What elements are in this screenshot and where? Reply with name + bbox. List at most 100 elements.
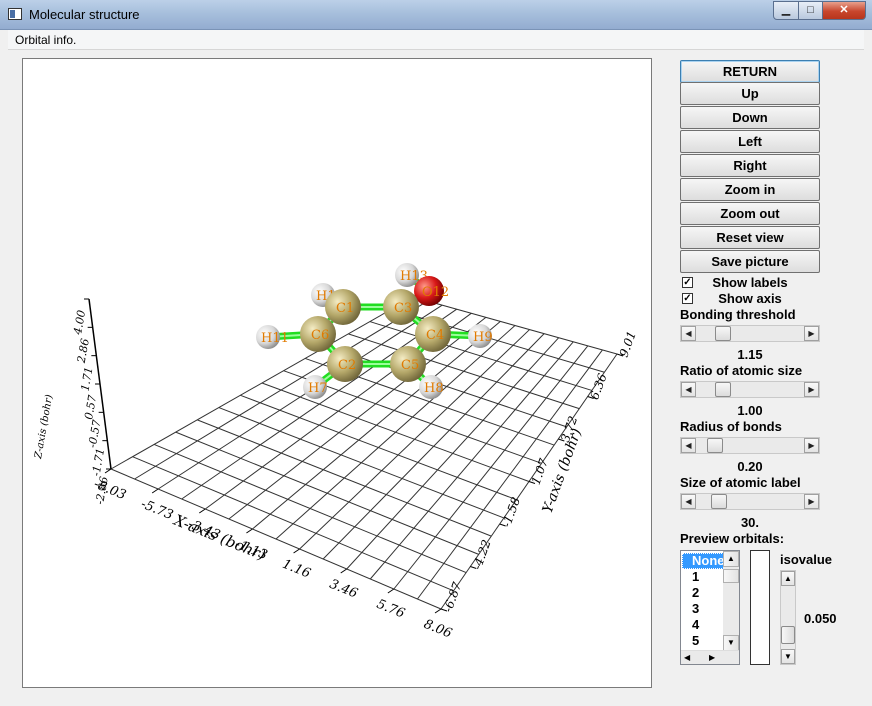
show-labels-row[interactable]: ✓ Show labels [680,275,820,290]
molecule-canvas[interactable]: -8.03 -5.73 -3.43 -1.13 1.16 3.46 5.76 8.06 X-ax… [22,58,652,688]
scroll-left-icon[interactable]: ◀ [681,438,696,453]
return-button[interactable]: RETURN [680,60,820,83]
show-axis-row[interactable]: ✓ Show axis [680,291,820,306]
save-picture-button[interactable]: Save picture [680,250,820,273]
atom-label: C6 [311,328,329,343]
scrollbar-thumb[interactable] [723,569,739,583]
x-tick [199,508,206,514]
atom-label: C4 [426,328,444,343]
grid-line [326,345,567,428]
reset-view-button[interactable]: Reset view [680,226,820,249]
z-tick-label: -0.57 [86,419,104,449]
y-tick-label: -1.58 [499,495,523,529]
atom-label: H9 [473,330,493,345]
x-tick [387,588,395,594]
scroll-down-icon[interactable]: ▼ [723,635,739,651]
x-tick [293,548,300,554]
scroll-right-icon[interactable]: ▶ [804,494,819,509]
slider-thumb[interactable] [707,438,723,453]
list-item[interactable]: 1 [682,569,724,585]
grid-line [348,333,580,410]
minimize-button[interactable]: ▁ [773,1,799,20]
scroll-right-icon[interactable]: ▶ [804,382,819,397]
x-tick-label: 8.06 [422,617,454,642]
x-tick-label: 3.46 [327,577,359,602]
z-tick-label: 2.86 [75,337,92,364]
slider-thumb[interactable] [715,326,731,341]
title-bar: Molecular structure ▁ □ ✕ [0,0,872,30]
slider-thumb[interactable] [715,382,731,397]
x-tick-label: -5.73 [139,497,176,523]
isovalue-value: 0.050 [804,611,837,626]
atom-label: C5 [401,358,419,373]
menu-orbital-info[interactable]: Orbital info. [15,33,76,47]
bonding-threshold-label: Bonding threshold [680,307,796,322]
isovalue-label: isovalue [780,552,833,567]
atom-label: H8 [424,381,444,396]
left-button[interactable]: Left [680,130,820,153]
label-size-value: 30. [740,515,760,530]
listbox-vertical-scrollbar[interactable]: ▲ ▼ [723,551,739,651]
bond-radius-slider[interactable]: ◀ ▶ [680,437,820,454]
atomic-size-value: 1.00 [737,403,763,418]
scroll-down-icon[interactable]: ▼ [781,649,795,664]
slider-thumb[interactable] [711,494,727,509]
zoom-in-button[interactable]: Zoom in [680,178,820,201]
down-button[interactable]: Down [680,106,820,129]
color-bar [750,550,770,665]
molecule-plot: -8.03-5.73-3.43-1.131.163.465.768.06X-ax… [33,263,639,642]
listbox-horizontal-scrollbar[interactable]: ◀ ▶ [681,650,739,664]
show-axis-label: Show axis [718,291,782,306]
z-tick-label: 1.71 [78,366,95,392]
atom-label: C3 [394,301,412,316]
y-tick-label: 9.01 [617,329,639,359]
scrollbar-thumb[interactable] [781,626,795,644]
scroll-right-icon[interactable]: ▶ [709,651,715,664]
x-tick [340,568,347,574]
window-icon [8,8,22,20]
orbital-listbox[interactable]: None 1 2 3 4 5 ▲ ▼ ◀ ▶ [680,550,740,665]
z-tick-label: 4.00 [71,309,88,336]
x-tick [246,528,253,534]
window-title: Molecular structure [29,7,140,22]
scroll-left-icon[interactable]: ◀ [681,382,696,397]
menu-bar: Orbital info. [8,30,864,50]
atomic-size-label: Ratio of atomic size [680,363,803,378]
atom-label: C2 [338,358,356,373]
isovalue-scrollbar[interactable]: ▲ ▼ [780,570,796,665]
y-tick-label: -6.87 [441,580,465,614]
atom-label: H7 [308,381,328,396]
maximize-button[interactable]: □ [798,1,823,20]
list-item[interactable]: 4 [682,617,724,633]
bonding-threshold-slider[interactable]: ◀ ▶ [680,325,820,342]
y-tick-label: 1.07 [529,456,551,486]
list-item[interactable]: 3 [682,601,724,617]
x-tick [104,468,112,474]
z-tick-label: -1.71 [89,447,107,477]
close-button[interactable]: ✕ [822,1,866,20]
atom-label: H11 [261,331,289,346]
z-tick-label: 0.57 [82,394,99,420]
scroll-left-icon[interactable]: ◀ [684,651,690,664]
scroll-up-icon[interactable]: ▲ [723,551,739,567]
scroll-left-icon[interactable]: ◀ [681,326,696,341]
list-item[interactable]: 2 [682,585,724,601]
up-button[interactable]: Up [680,82,820,105]
y-tick-label: -4.22 [470,538,494,572]
bonding-threshold-value: 1.15 [737,347,763,362]
scroll-right-icon[interactable]: ▶ [804,438,819,453]
scroll-up-icon[interactable]: ▲ [781,571,795,586]
zoom-out-button[interactable]: Zoom out [680,202,820,225]
atom-label: C1 [336,301,354,316]
preview-orbitals-label: Preview orbitals: [680,531,785,546]
scroll-left-icon[interactable]: ◀ [681,494,696,509]
list-item[interactable]: 5 [682,633,724,649]
x-axis-label: X-axis (bohr) [171,511,269,564]
label-size-slider[interactable]: ◀ ▶ [680,493,820,510]
label-size-label: Size of atomic label [680,475,801,490]
show-labels-label: Show labels [712,275,788,290]
right-button[interactable]: Right [680,154,820,177]
atomic-size-slider[interactable]: ◀ ▶ [680,381,820,398]
scroll-right-icon[interactable]: ▶ [804,326,819,341]
list-item[interactable]: None [682,553,725,569]
